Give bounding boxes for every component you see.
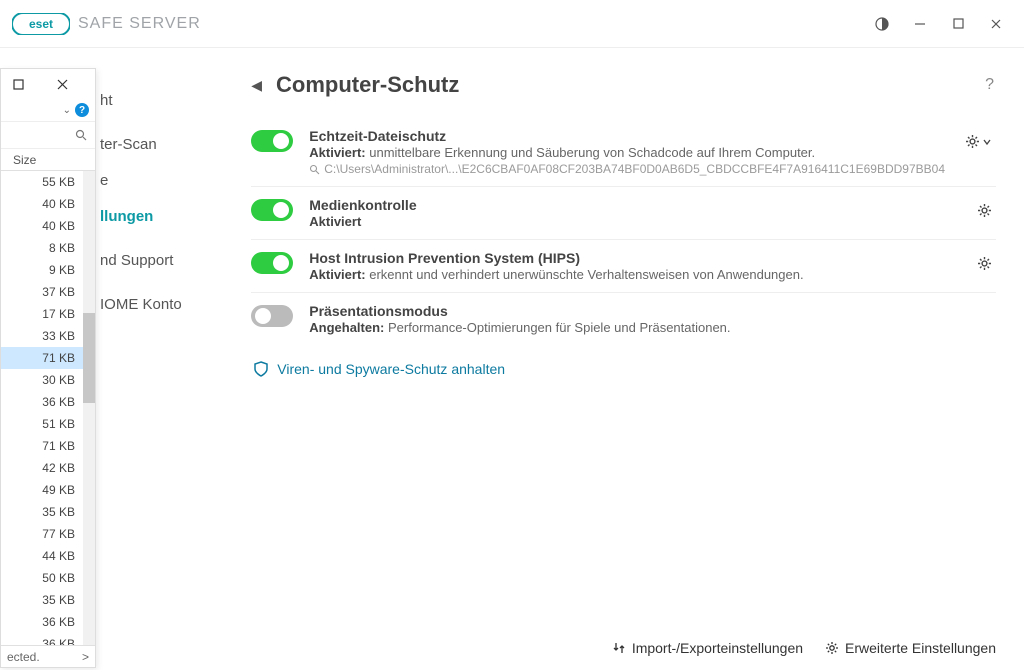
- row-desc: Aktiviert: erkennt und verhindert unerwü…: [309, 267, 957, 282]
- back-button[interactable]: ◀: [251, 77, 262, 94]
- row-title: Host Intrusion Prevention System (HIPS): [309, 250, 957, 266]
- explorer-list-item[interactable]: 50 KB: [1, 567, 83, 589]
- setting-row: MedienkontrolleAktiviert: [251, 187, 996, 240]
- explorer-list-item[interactable]: 36 KB: [1, 391, 83, 413]
- explorer-list-item[interactable]: 77 KB: [1, 523, 83, 545]
- explorer-list-item[interactable]: 35 KB: [1, 589, 83, 611]
- explorer-statusbar: ected. >: [1, 645, 95, 667]
- toggle-switch[interactable]: [251, 199, 293, 221]
- explorer-search[interactable]: [1, 121, 95, 149]
- contrast-icon[interactable]: [874, 16, 890, 32]
- explorer-list-item[interactable]: 30 KB: [1, 369, 83, 391]
- row-title: Präsentationsmodus: [309, 303, 996, 319]
- window-controls: [874, 16, 1012, 32]
- explorer-list-item[interactable]: 44 KB: [1, 545, 83, 567]
- scrollbar-thumb[interactable]: [83, 313, 95, 403]
- explorer-list-item[interactable]: 40 KB: [1, 215, 83, 237]
- titlebar: eset SAFE SERVER: [0, 0, 1024, 48]
- explorer-help-icon[interactable]: ?: [75, 103, 89, 117]
- gear-icon: [825, 641, 839, 655]
- minimize-button[interactable]: [912, 16, 928, 32]
- footer: Import-/Exporteinstellungen Erweiterte E…: [251, 628, 996, 670]
- setting-row: PräsentationsmodusAngehalten: Performanc…: [251, 293, 996, 345]
- explorer-list-item[interactable]: 36 KB: [1, 611, 83, 633]
- explorer-list-item[interactable]: 71 KB: [1, 435, 83, 457]
- setting-row: Echtzeit-DateischutzAktiviert: unmittelb…: [251, 118, 996, 187]
- close-button[interactable]: [988, 16, 1004, 32]
- explorer-list-item[interactable]: 71 KB: [1, 347, 83, 369]
- pause-protection-link[interactable]: Viren- und Spyware-Schutz anhalten: [251, 361, 996, 377]
- scrollbar-track[interactable]: [83, 171, 95, 645]
- toggle-switch[interactable]: [251, 252, 293, 274]
- explorer-scroll-right[interactable]: >: [82, 650, 89, 664]
- explorer-list-item[interactable]: 17 KB: [1, 303, 83, 325]
- explorer-restore-icon[interactable]: [11, 77, 25, 91]
- search-icon: [75, 129, 87, 141]
- row-path: C:\Users\Administrator\...\E2C6CBAF0AF08…: [309, 162, 945, 176]
- import-export-icon: [612, 641, 626, 655]
- explorer-list-item[interactable]: 40 KB: [1, 193, 83, 215]
- import-export-button[interactable]: Import-/Exporteinstellungen: [612, 640, 803, 656]
- row-desc: Aktiviert: [309, 214, 957, 229]
- explorer-window: ⌄ ? Size 55 KB40 KB40 KB8 KB9 KB37 KB17 …: [0, 68, 96, 668]
- explorer-list-item[interactable]: 37 KB: [1, 281, 83, 303]
- toggle-switch[interactable]: [251, 130, 293, 152]
- explorer-list-item[interactable]: 49 KB: [1, 479, 83, 501]
- explorer-column-header[interactable]: Size: [1, 149, 95, 171]
- shield-icon: [253, 361, 269, 377]
- help-button[interactable]: ?: [985, 76, 994, 94]
- page-title: Computer-Schutz: [276, 72, 459, 98]
- row-gear-button[interactable]: [973, 199, 996, 222]
- row-desc: Angehalten: Performance-Optimierungen fü…: [309, 320, 996, 335]
- explorer-list-item[interactable]: 42 KB: [1, 457, 83, 479]
- row-title: Echtzeit-Dateischutz: [309, 128, 945, 144]
- eset-logo-icon: eset: [12, 13, 70, 35]
- advanced-settings-button[interactable]: Erweiterte Einstellungen: [825, 640, 996, 656]
- app-name: SAFE SERVER: [78, 15, 201, 33]
- explorer-close-icon[interactable]: [55, 77, 69, 91]
- setting-row: Host Intrusion Prevention System (HIPS)A…: [251, 240, 996, 293]
- row-title: Medienkontrolle: [309, 197, 957, 213]
- row-gear-button[interactable]: [961, 130, 996, 153]
- explorer-list-item[interactable]: 55 KB: [1, 171, 83, 193]
- explorer-list-item[interactable]: 33 KB: [1, 325, 83, 347]
- toggle-switch[interactable]: [251, 305, 293, 327]
- row-desc: Aktiviert: unmittelbare Erkennung und Sä…: [309, 145, 945, 160]
- svg-text:eset: eset: [29, 17, 53, 31]
- maximize-button[interactable]: [950, 16, 966, 32]
- content: ◀ Computer-Schutz ? Echtzeit-Dateischutz…: [223, 48, 1024, 670]
- app-logo: eset SAFE SERVER: [12, 13, 201, 35]
- explorer-list-item[interactable]: 51 KB: [1, 413, 83, 435]
- explorer-list-item[interactable]: 35 KB: [1, 501, 83, 523]
- chevron-down-icon[interactable]: ⌄: [63, 105, 71, 116]
- explorer-list: 55 KB40 KB40 KB8 KB9 KB37 KB17 KB33 KB71…: [1, 171, 95, 645]
- explorer-list-item[interactable]: 36 KB: [1, 633, 83, 645]
- explorer-list-item[interactable]: 8 KB: [1, 237, 83, 259]
- row-gear-button[interactable]: [973, 252, 996, 275]
- explorer-list-item[interactable]: 9 KB: [1, 259, 83, 281]
